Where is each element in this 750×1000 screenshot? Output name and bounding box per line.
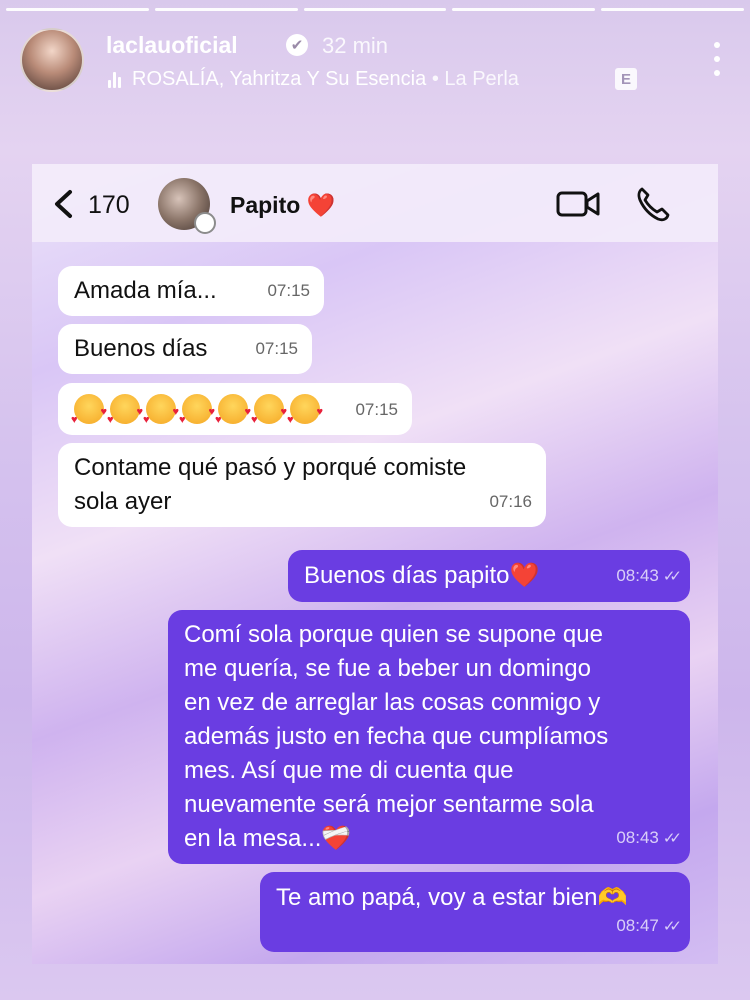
time-text: 08:47	[616, 916, 659, 935]
unread-count[interactable]: 170	[88, 191, 130, 220]
music-song: La Perla	[444, 68, 519, 90]
message-text-line: además justo en fecha que cumplíamos	[184, 723, 609, 750]
contact-name[interactable]: Papito ❤️	[230, 192, 335, 219]
message-text-line: sola ayer	[74, 488, 172, 515]
username[interactable]: laclauoficial	[106, 32, 238, 59]
chat-header: 170 Papito ❤️	[32, 164, 718, 242]
message-incoming[interactable]: Buenos días 07:15	[58, 324, 312, 374]
message-incoming[interactable]: Amada mía... 07:15	[58, 266, 324, 316]
read-receipt-icon: ✓✓	[662, 918, 682, 935]
smiling-face-with-hearts-icon	[251, 393, 287, 437]
message-outgoing[interactable]: Buenos días papito❤️ 08:43 ✓✓	[288, 550, 690, 602]
message-outgoing[interactable]: Comí sola porque quien se supone que me …	[168, 610, 690, 864]
music-attribution[interactable]: ROSALÍA, Yahritza Y Su Esencia • La Perl…	[132, 68, 519, 91]
progress-segment	[303, 8, 447, 11]
smiling-face-with-hearts-icon	[179, 393, 215, 437]
progress-segment	[6, 8, 149, 11]
video-camera-icon[interactable]	[556, 190, 600, 218]
smiling-face-with-hearts-icon	[215, 393, 251, 437]
time-text: 08:43	[616, 828, 659, 847]
phone-icon[interactable]	[636, 186, 670, 222]
progress-segment	[154, 8, 298, 11]
message-time: 08:43 ✓✓	[616, 559, 682, 594]
status-badge-icon	[194, 212, 216, 234]
verified-badge-icon: ✔	[286, 34, 308, 56]
music-artists: ROSALÍA, Yahritza Y Su Esencia	[132, 68, 427, 90]
message-outgoing[interactable]: Te amo papá, voy a estar bien🫶 08:47 ✓✓	[260, 872, 690, 952]
message-time: 07:15	[255, 339, 298, 358]
smiling-face-with-hearts-icon	[143, 393, 179, 437]
message-time: 08:47 ✓✓	[616, 909, 682, 944]
profile-avatar[interactable]	[20, 28, 84, 92]
message-text-line: en vez de arreglar las cosas conmigo y	[184, 689, 601, 716]
progress-segment	[601, 8, 744, 11]
post-time: 32 min	[322, 33, 389, 58]
progress-segment	[452, 8, 596, 11]
message-text-line: mes. Así que me di cuenta que	[184, 757, 514, 784]
message-time: 07:15	[355, 400, 398, 419]
music-separator: •	[431, 68, 439, 90]
time-text: 08:43	[616, 566, 659, 585]
message-time: 08:43 ✓✓	[616, 821, 682, 856]
story-progress-bar	[6, 8, 744, 11]
read-receipt-icon: ✓✓	[662, 568, 682, 585]
smiling-face-with-hearts-icon	[71, 393, 107, 437]
explicit-badge: E	[615, 68, 637, 90]
message-incoming[interactable]: 07:15	[58, 383, 412, 437]
message-time: 07:15	[267, 281, 310, 300]
heart-emoji: ❤️	[306, 192, 336, 218]
message-incoming[interactable]: Contame qué pasó y porqué comiste sola a…	[58, 443, 546, 527]
message-text-line: Comí sola porque quien se supone que	[184, 621, 603, 648]
message-text-line: Contame qué pasó y porqué comiste	[74, 454, 467, 481]
message-text-line: en la mesa...❤️‍🩹	[184, 825, 352, 852]
message-text: Buenos días papito❤️	[304, 562, 540, 589]
message-text-line: me quería, se fue a beber un domingo	[184, 655, 591, 682]
message-text: Te amo papá, voy a estar bien🫶	[276, 884, 628, 911]
story-header: laclauoficial ✔ 32 min ROSALÍA, Yahritza…	[20, 24, 730, 96]
emoji-row	[71, 391, 326, 437]
smiling-face-with-hearts-icon	[107, 393, 143, 437]
message-time: 07:16	[489, 492, 532, 511]
chevron-left-icon[interactable]	[50, 188, 78, 220]
chat-screenshot: 170 Papito ❤️ Amada mía... 07:15 Buenos …	[32, 164, 718, 964]
music-bars-icon	[108, 70, 124, 88]
read-receipt-icon: ✓✓	[662, 830, 682, 847]
contact-name-text: Papito	[230, 192, 301, 218]
smiling-face-with-hearts-icon	[287, 393, 323, 437]
message-text: Amada mía...	[74, 277, 217, 304]
more-options-button[interactable]	[712, 42, 722, 76]
message-text-line: nuevamente será mejor sentarme sola	[184, 791, 594, 818]
message-text: Buenos días	[74, 335, 208, 362]
